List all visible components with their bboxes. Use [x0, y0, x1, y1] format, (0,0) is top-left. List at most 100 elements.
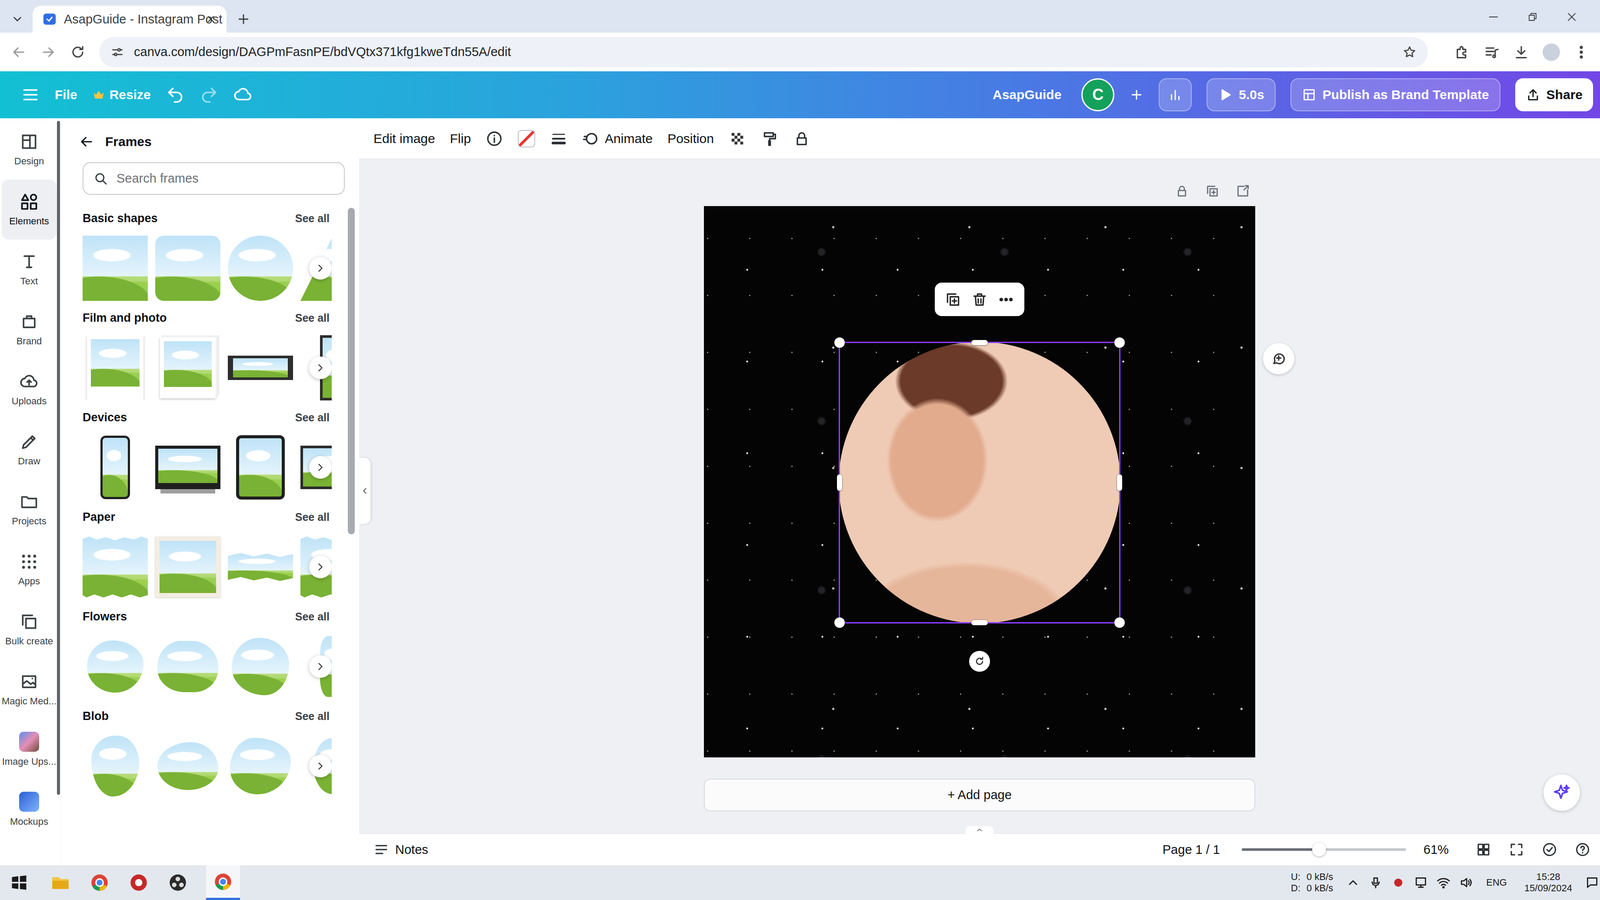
frame-thumbnail[interactable] [227, 733, 294, 799]
download-icon[interactable] [1513, 43, 1530, 61]
file-explorer-icon[interactable] [49, 871, 72, 894]
frame-thumbnail[interactable] [155, 633, 221, 700]
rail-item[interactable]: Magic Med... [1, 659, 57, 720]
menu-icon[interactable] [20, 85, 40, 105]
chrome-icon[interactable] [88, 871, 111, 894]
rail-item[interactable]: Projects [1, 479, 57, 540]
rail-item[interactable]: Brand [1, 299, 57, 360]
frame-thumbnail[interactable] [82, 534, 148, 600]
see-all-link[interactable]: See all [295, 610, 330, 624]
design-canvas[interactable] [703, 206, 1256, 758]
cloud-saved-icon[interactable] [233, 85, 253, 105]
frame-thumbnail[interactable] [155, 434, 221, 500]
share-button[interactable]: Share [1515, 78, 1594, 112]
clock[interactable]: 15:28 15/09/2024 [1524, 871, 1573, 895]
site-info-icon[interactable] [110, 45, 125, 60]
reload-icon[interactable] [69, 43, 87, 61]
frame-thumbnail[interactable] [227, 434, 294, 500]
recorder-icon[interactable] [127, 871, 150, 894]
back-arrow-icon[interactable] [78, 133, 95, 150]
see-all-link[interactable]: See all [295, 212, 330, 225]
fullscreen-icon[interactable] [1508, 841, 1525, 858]
forward-icon[interactable] [40, 43, 57, 61]
record-icon[interactable] [1391, 875, 1406, 890]
user-avatar[interactable]: C [1081, 78, 1115, 112]
info-icon[interactable] [485, 130, 504, 148]
position-button[interactable]: Position [667, 131, 714, 147]
zoom-thumb[interactable] [1312, 842, 1327, 857]
microphone-icon[interactable] [1368, 875, 1383, 890]
active-app[interactable] [206, 865, 240, 900]
scroll-next-button[interactable] [309, 555, 332, 579]
rail-item[interactable]: Uploads [1, 359, 57, 420]
more-vertical-icon[interactable] [1573, 43, 1590, 61]
grid-view-icon[interactable] [1475, 841, 1492, 858]
rail-item[interactable]: Apps [1, 539, 57, 600]
frame-thumbnail[interactable] [155, 534, 221, 600]
profile-avatar[interactable] [1542, 43, 1560, 61]
rotate-handle[interactable] [969, 650, 990, 672]
obs-icon[interactable] [166, 871, 189, 894]
resize-handle[interactable] [834, 337, 845, 348]
minimize-icon[interactable] [1486, 10, 1501, 24]
frame-thumbnail[interactable] [155, 335, 221, 401]
see-all-link[interactable]: See all [295, 311, 330, 325]
border-color-swatch[interactable] [517, 130, 536, 148]
add-page-icon[interactable] [1235, 183, 1250, 199]
notifications-icon[interactable] [1585, 875, 1600, 890]
rail-item[interactable]: Mockups [1, 779, 57, 840]
url-field[interactable]: canva.com/design/DAGPmFasnPE/bdVQtx371kf… [99, 36, 1428, 68]
see-all-link[interactable]: See all [295, 710, 330, 723]
add-page-button[interactable]: + Add page [703, 778, 1256, 812]
page-indicator[interactable]: Page 1 / 1 [1162, 842, 1220, 857]
undo-icon[interactable] [165, 85, 185, 105]
see-all-link[interactable]: See all [295, 411, 330, 424]
duplicate-page-icon[interactable] [1205, 183, 1220, 199]
rail-item[interactable]: Elements [1, 179, 57, 240]
frame-thumbnail[interactable] [82, 335, 148, 401]
scroll-next-button[interactable] [309, 256, 332, 280]
rail-item[interactable]: Text [1, 239, 57, 300]
resize-handle[interactable] [971, 340, 988, 346]
frame-thumbnail[interactable] [82, 434, 148, 500]
tab-search-button[interactable] [8, 5, 27, 33]
frame-thumbnail[interactable] [82, 633, 148, 700]
show-hidden-icon[interactable] [1346, 875, 1360, 890]
insights-button[interactable] [1158, 78, 1192, 112]
animate-button[interactable]: Animate [582, 130, 653, 148]
frame-thumbnail[interactable] [82, 733, 148, 799]
scroll-next-button[interactable] [309, 754, 332, 778]
rail-item[interactable]: Image Ups... [1, 719, 57, 780]
resize-handle[interactable] [836, 474, 843, 491]
circle-frame-photo[interactable] [838, 341, 1121, 624]
frame-thumbnail[interactable] [227, 335, 294, 401]
flip-button[interactable]: Flip [450, 131, 471, 147]
frame-thumbnail[interactable] [227, 534, 294, 600]
show-pages-tab[interactable] [965, 826, 994, 834]
panel-scrollbar[interactable] [347, 207, 355, 535]
zoom-percentage[interactable]: 61% [1423, 842, 1459, 857]
add-people-icon[interactable] [1129, 87, 1144, 103]
check-icon[interactable] [1541, 841, 1558, 858]
star-icon[interactable] [1402, 45, 1417, 60]
collapse-panel-button[interactable] [359, 457, 371, 524]
resize-handle[interactable] [1114, 337, 1125, 348]
extensions-icon[interactable] [1453, 43, 1471, 61]
publish-template-button[interactable]: Publish as Brand Template [1290, 78, 1501, 112]
notes-button[interactable]: Notes [373, 841, 429, 858]
team-name[interactable]: AsapGuide [992, 87, 1062, 103]
network-icon[interactable] [1413, 875, 1428, 890]
trash-icon[interactable] [971, 291, 988, 308]
frame-thumbnail[interactable] [227, 235, 294, 301]
edit-image-button[interactable]: Edit image [373, 131, 436, 147]
paint-roller-icon[interactable] [760, 130, 779, 148]
rail-scrollbar[interactable] [56, 120, 60, 795]
magic-assistant-button[interactable] [1543, 774, 1580, 811]
frame-thumbnail[interactable] [155, 235, 221, 301]
frame-thumbnail[interactable] [82, 235, 148, 301]
search-frames-field[interactable]: Search frames [82, 162, 345, 195]
resize-button[interactable]: Resize [92, 87, 151, 103]
resize-handle[interactable] [971, 620, 988, 626]
windows-start-icon[interactable] [9, 873, 29, 893]
lock-page-icon[interactable] [1174, 183, 1190, 199]
